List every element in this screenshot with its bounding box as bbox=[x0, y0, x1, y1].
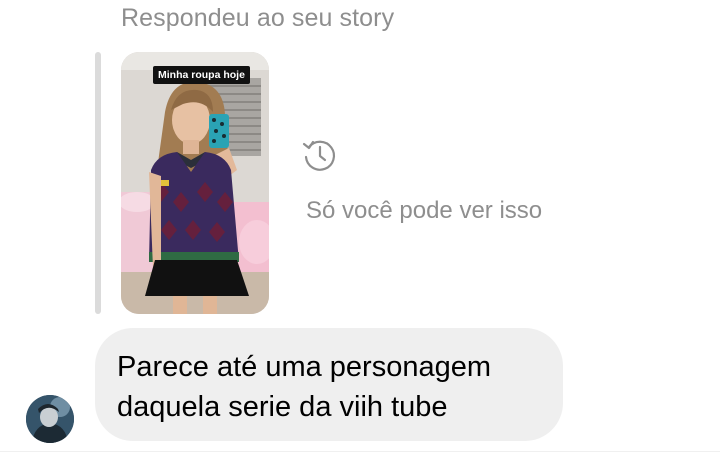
message-text: Parece até uma personagem daquela serie … bbox=[117, 347, 491, 427]
avatar-image bbox=[26, 395, 74, 443]
message-line: daquela serie da viih tube bbox=[117, 391, 448, 423]
message-line: Parece até uma personagem bbox=[117, 351, 491, 383]
story-thumbnail[interactable]: Minha roupa hoje bbox=[121, 52, 269, 314]
story-caption: Minha roupa hoje bbox=[153, 66, 250, 84]
private-note: Só você pode ver isso bbox=[306, 197, 543, 224]
story-photo bbox=[121, 52, 269, 314]
quote-bar bbox=[95, 52, 101, 314]
avatar[interactable] bbox=[26, 395, 74, 443]
reply-header: Respondeu ao seu story bbox=[121, 4, 395, 32]
history-icon bbox=[302, 140, 336, 171]
message-bubble[interactable]: Parece até uma personagem daquela serie … bbox=[95, 328, 563, 441]
